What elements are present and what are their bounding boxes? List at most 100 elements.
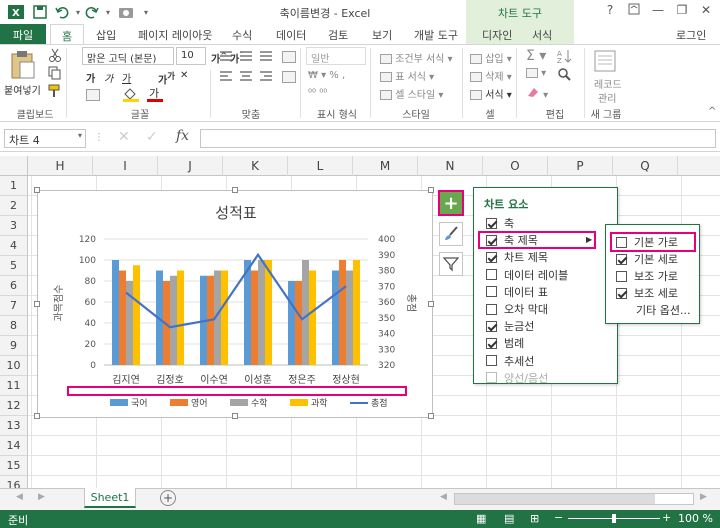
autosum-icon[interactable]: Σ ▾	[526, 48, 546, 64]
row-header[interactable]: 7	[0, 296, 28, 316]
tab-formulas[interactable]: 수식	[232, 24, 252, 44]
phonetic-dropdown-icon[interactable]: ✕	[180, 70, 188, 81]
tab-developer[interactable]: 개발 도구	[414, 24, 458, 44]
chart-element-item[interactable]: 데이터 레이블	[486, 266, 568, 284]
column-header[interactable]: I	[93, 156, 158, 176]
cell-styles-button[interactable]: 셀 스타일 ▾	[380, 86, 443, 101]
row-header[interactable]: 11	[0, 376, 28, 396]
borders-icon[interactable]	[86, 88, 100, 101]
normal-view-icon[interactable]: ▦	[476, 512, 486, 525]
tab-view[interactable]: 보기	[372, 24, 392, 44]
font-size-combo[interactable]: 10	[176, 47, 206, 65]
resize-handle[interactable]	[232, 413, 238, 419]
resize-handle[interactable]	[34, 187, 40, 193]
align-top-icon[interactable]	[218, 50, 288, 103]
chart-element-item[interactable]: 눈금선	[486, 317, 534, 335]
row-header[interactable]: 4	[0, 236, 28, 256]
find-select-icon[interactable]	[556, 66, 576, 85]
chart-element-item[interactable]: 차트 제목	[486, 248, 548, 266]
name-box[interactable]: 차트 4	[4, 129, 86, 148]
tab-home[interactable]: 홈	[50, 24, 84, 45]
zoom-out-icon[interactable]: −	[554, 511, 563, 524]
sign-in-link[interactable]: 로그인	[676, 24, 706, 44]
save-icon[interactable]	[32, 4, 48, 20]
tab-data[interactable]: 데이터	[276, 24, 306, 44]
row-header[interactable]: 2	[0, 196, 28, 216]
tab-page-layout[interactable]: 페이지 레이아웃	[138, 24, 212, 44]
clear-icon[interactable]: ▾	[526, 86, 548, 101]
row-header[interactable]: 14	[0, 436, 28, 456]
conditional-format-button[interactable]: 조건부 서식 ▾	[380, 50, 453, 65]
row-header[interactable]: 5	[0, 256, 28, 276]
page-layout-view-icon[interactable]: ▤	[504, 512, 514, 525]
hscroll-left-icon[interactable]: ◀	[440, 492, 447, 502]
column-header[interactable]: L	[288, 156, 353, 176]
resize-handle[interactable]	[34, 301, 40, 307]
font-name-combo[interactable]: 맑은 고딕 (본문)	[82, 47, 174, 65]
column-header[interactable]: P	[548, 156, 613, 176]
font-color-icon[interactable]: 가	[146, 86, 164, 105]
row-header[interactable]: 13	[0, 416, 28, 436]
tab-format[interactable]: 서식	[532, 24, 552, 44]
checkbox[interactable]	[616, 253, 627, 265]
bold-icon[interactable]: 가	[86, 70, 95, 85]
row-header[interactable]: 8	[0, 316, 28, 336]
chart-element-item[interactable]: 데이터 표	[486, 283, 548, 301]
checkbox[interactable]	[486, 303, 497, 315]
cancel-icon[interactable]: ✕	[118, 129, 130, 145]
customize-qat-icon[interactable]: ▾	[138, 4, 154, 20]
redo-icon[interactable]	[84, 4, 100, 20]
y2-axis-title[interactable]: 총점	[405, 294, 417, 312]
name-box-dropdown-icon[interactable]: ▾	[78, 131, 82, 140]
row-header[interactable]: 12	[0, 396, 28, 416]
insert-function-icon[interactable]: fx	[176, 128, 189, 144]
select-all-corner[interactable]	[0, 156, 28, 176]
row-header[interactable]: 10	[0, 356, 28, 376]
paste-button[interactable]: 붙여넣기	[4, 82, 41, 97]
chart-element-item[interactable]: 오차 막대	[486, 300, 548, 318]
checkbox[interactable]	[486, 251, 497, 263]
chart-title[interactable]: 성적표	[215, 204, 257, 222]
checkbox[interactable]	[486, 355, 497, 367]
page-break-view-icon[interactable]: ⊞	[530, 512, 539, 525]
row-header[interactable]: 1	[0, 176, 28, 196]
chart-styles-button[interactable]	[439, 222, 463, 246]
help-icon[interactable]: ?	[600, 3, 620, 21]
row-header[interactable]: 6	[0, 276, 28, 296]
tab-file[interactable]: 파일	[0, 24, 46, 44]
chart-elements-button[interactable]: +	[438, 190, 464, 216]
italic-icon[interactable]: 가	[104, 70, 113, 85]
wrap-text-icon[interactable]	[282, 50, 296, 63]
next-sheet-icon[interactable]: ▶	[38, 492, 45, 502]
resize-handle[interactable]	[232, 187, 238, 193]
chart-filters-button[interactable]	[439, 252, 463, 276]
checkbox[interactable]	[616, 287, 627, 299]
column-header[interactable]: K	[223, 156, 288, 176]
zoom-slider-thumb[interactable]	[612, 514, 616, 523]
resize-handle[interactable]	[428, 301, 434, 307]
currency-icon[interactable]: ₩ ▾ % ,	[308, 70, 345, 81]
fill-color-icon[interactable]	[122, 86, 140, 105]
checkbox[interactable]	[486, 320, 497, 332]
paste-icon[interactable]	[10, 50, 36, 83]
insert-cells-button[interactable]: 삽입 ▾	[470, 50, 512, 65]
submenu-arrow-icon[interactable]: ▶	[586, 235, 592, 244]
chart-element-item[interactable]: 축	[486, 214, 514, 232]
decimal-icon[interactable]: ⁰⁰ ⁰⁰	[308, 88, 327, 99]
resize-handle[interactable]	[428, 187, 434, 193]
delete-cells-button[interactable]: 삭제 ▾	[470, 68, 512, 83]
chart-area[interactable]: 0 20 40 60 80 100 120 320 330 340 350 360 370 380 390…	[34, 187, 434, 419]
close-icon[interactable]: ✕	[696, 3, 716, 21]
underline-icon[interactable]: 가	[122, 70, 131, 85]
minimize-icon[interactable]: —	[648, 3, 668, 21]
hscroll-right-icon[interactable]: ▶	[700, 492, 707, 502]
phonetic-icon[interactable]: 가가	[158, 70, 175, 86]
new-sheet-icon[interactable]: +	[160, 490, 176, 506]
horizontal-scrollbar[interactable]	[454, 493, 694, 505]
merge-center-icon[interactable]	[282, 70, 296, 83]
column-header[interactable]: Q	[613, 156, 678, 176]
cut-icon[interactable]	[48, 48, 62, 65]
fill-icon[interactable]: ▾	[526, 68, 546, 79]
column-header[interactable]: N	[418, 156, 483, 176]
scroll-thumb[interactable]	[455, 494, 655, 504]
